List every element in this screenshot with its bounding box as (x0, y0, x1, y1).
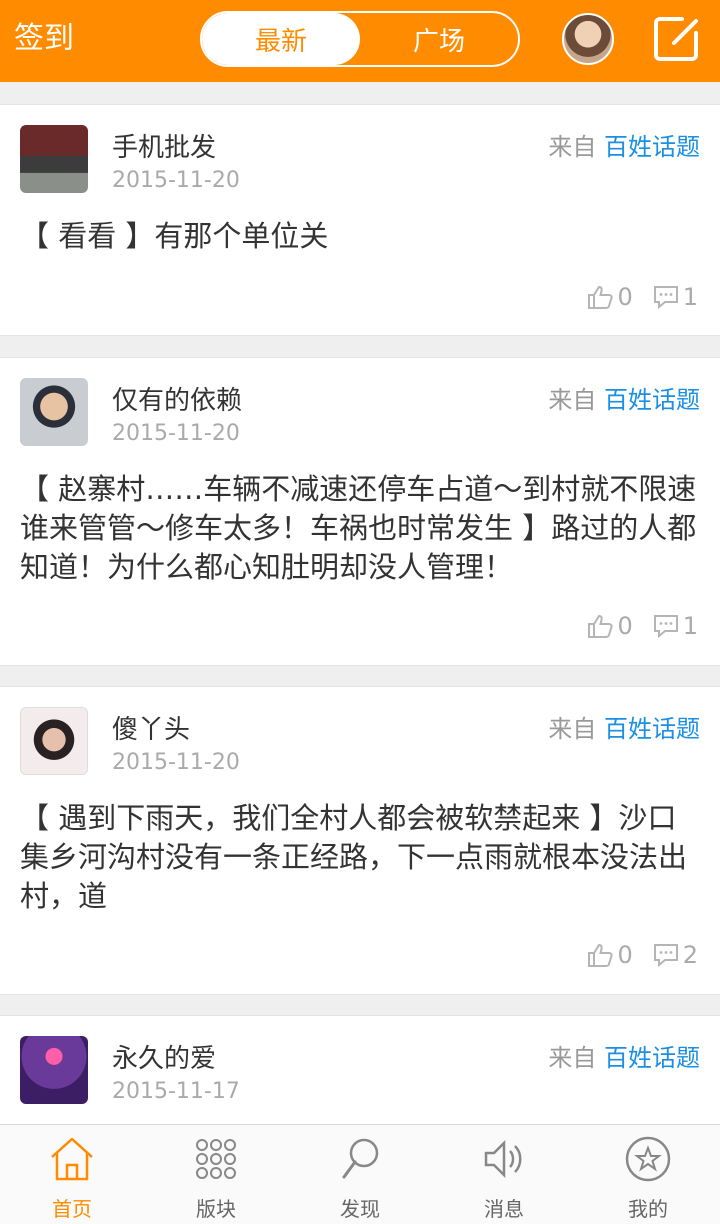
tab-discover[interactable]: 发现 (288, 1125, 432, 1224)
tab-latest[interactable]: 最新 (202, 13, 360, 65)
like-button[interactable]: 0 (587, 612, 633, 640)
like-button[interactable]: 0 (587, 941, 633, 969)
post-card[interactable]: 永久的爱 2015-11-17 来自 百姓话题 (0, 1015, 720, 1124)
thumbs-up-icon (587, 285, 614, 309)
like-count: 0 (617, 941, 633, 969)
tab-label: 版块 (196, 1197, 236, 1221)
tab-messages[interactable]: 消息 (432, 1125, 576, 1224)
source-prefix: 来自 (548, 1044, 597, 1072)
comment-count: 1 (682, 612, 698, 640)
post-card[interactable]: 手机批发 2015-11-20 来自 百姓话题 【 看看 】有那个单位关 0 1 (0, 104, 720, 336)
compose-icon[interactable] (652, 15, 700, 63)
post-stats: 0 1 (587, 612, 698, 640)
tab-boards[interactable]: 版块 (144, 1125, 288, 1224)
tab-label: 我的 (628, 1197, 668, 1221)
like-count: 0 (617, 612, 633, 640)
tab-mine[interactable]: 我的 (576, 1125, 720, 1224)
comment-button[interactable]: 2 (653, 941, 698, 969)
search-icon (336, 1135, 384, 1187)
comment-count: 1 (682, 283, 698, 311)
post-stats: 0 1 (587, 283, 698, 311)
post-feed[interactable]: 手机批发 2015-11-20 来自 百姓话题 【 看看 】有那个单位关 0 1 (0, 82, 720, 1124)
post-card[interactable]: 仅有的依赖 2015-11-20 来自 百姓话题 【 赵寨村……车辆不减速还停车… (0, 357, 720, 666)
home-icon (48, 1135, 96, 1187)
post-date: 2015-11-17 (112, 1079, 240, 1104)
tab-home[interactable]: 首页 (0, 1125, 144, 1224)
comment-button[interactable]: 1 (653, 612, 698, 640)
post-source: 来自 百姓话题 (548, 1038, 700, 1073)
feed-tab-switch: 最新 广场 (200, 11, 520, 67)
post-card[interactable]: 傻丫头 2015-11-20 来自 百姓话题 【 遇到下雨天，我们全村人都会被软… (0, 686, 720, 995)
thumbs-up-icon (587, 614, 614, 638)
comment-icon (653, 285, 679, 309)
comment-count: 2 (682, 941, 698, 969)
grid-icon (192, 1135, 240, 1187)
thumbs-up-icon (587, 943, 614, 967)
author-avatar[interactable] (20, 1036, 88, 1104)
board-link[interactable]: 百姓话题 (604, 1044, 700, 1072)
board-link[interactable]: 百姓话题 (604, 386, 700, 414)
author-name[interactable]: 手机批发 (112, 127, 216, 164)
checkin-button[interactable]: 签到 (14, 19, 74, 59)
post-date: 2015-11-20 (112, 750, 240, 775)
post-stats: 0 2 (587, 941, 698, 969)
post-source: 来自 百姓话题 (548, 380, 700, 415)
like-button[interactable]: 0 (587, 283, 633, 311)
board-link[interactable]: 百姓话题 (604, 133, 700, 161)
like-count: 0 (617, 283, 633, 311)
comment-icon (653, 614, 679, 638)
speaker-icon (480, 1135, 528, 1187)
author-avatar[interactable] (20, 125, 88, 193)
post-source: 来自 百姓话题 (548, 127, 700, 162)
top-bar: 签到 最新 广场 (0, 0, 720, 82)
source-prefix: 来自 (548, 133, 597, 161)
post-text[interactable]: 【 遇到下雨天，我们全村人都会被软禁起来 】沙口集乡河沟村没有一条正经路，下一点… (20, 799, 700, 916)
tab-label: 首页 (52, 1197, 92, 1221)
user-avatar[interactable] (562, 13, 614, 65)
board-link[interactable]: 百姓话题 (604, 715, 700, 743)
star-icon (624, 1135, 672, 1187)
author-avatar[interactable] (20, 707, 88, 775)
comment-icon (653, 943, 679, 967)
author-name[interactable]: 永久的爱 (112, 1038, 216, 1075)
post-date: 2015-11-20 (112, 168, 240, 193)
author-name[interactable]: 傻丫头 (112, 709, 190, 746)
bottom-tab-bar: 首页 版块 发现 消息 我的 (0, 1124, 720, 1224)
tab-label: 消息 (484, 1197, 524, 1221)
post-source: 来自 百姓话题 (548, 709, 700, 744)
post-text[interactable]: 【 赵寨村……车辆不减速还停车占道～到村就不限速谁来管管～修车太多！车祸也时常发… (20, 470, 700, 587)
source-prefix: 来自 (548, 386, 597, 414)
post-text[interactable]: 【 看看 】有那个单位关 (20, 217, 700, 256)
comment-button[interactable]: 1 (653, 283, 698, 311)
tab-label: 发现 (340, 1197, 380, 1221)
post-date: 2015-11-20 (112, 421, 240, 446)
author-avatar[interactable] (20, 378, 88, 446)
source-prefix: 来自 (548, 715, 597, 743)
author-name[interactable]: 仅有的依赖 (112, 380, 242, 417)
tab-plaza[interactable]: 广场 (360, 13, 518, 65)
